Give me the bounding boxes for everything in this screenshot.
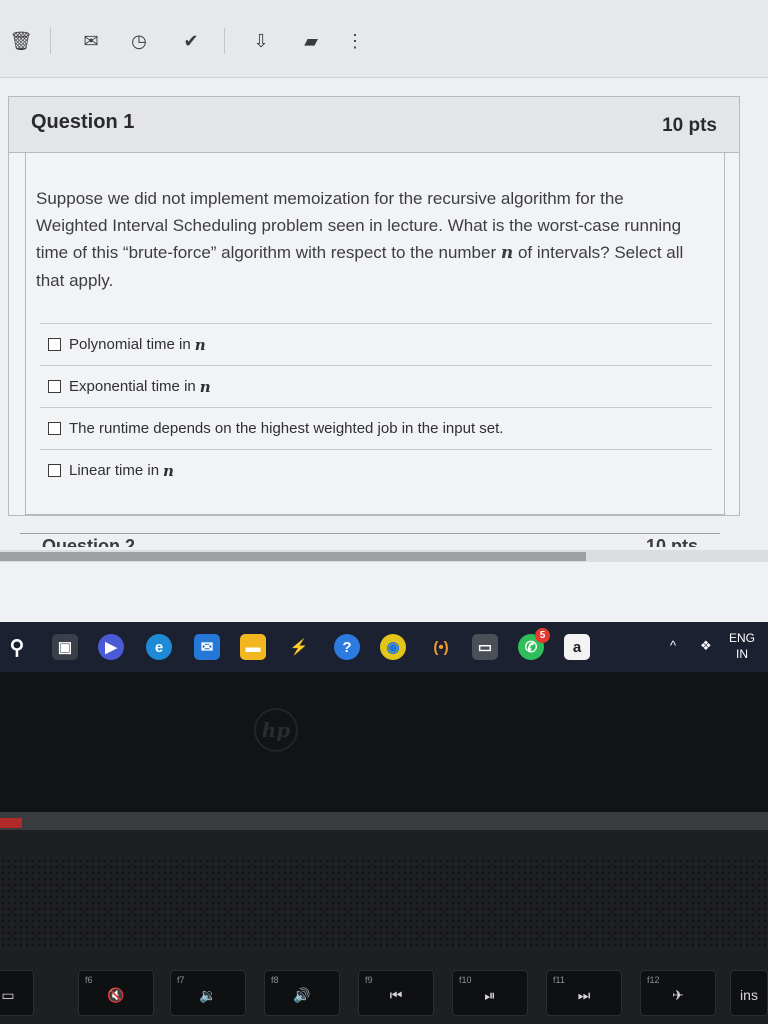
help-app-icon[interactable]: ? xyxy=(334,634,360,660)
dropbox-icon[interactable]: ❖ xyxy=(700,638,712,654)
question-title: Question 1 xyxy=(31,111,135,133)
notification-badge: 5 xyxy=(535,628,550,643)
answer-label: Exponential time in xyxy=(69,378,196,395)
key-label: f10 xyxy=(459,975,472,985)
mail-app-icon[interactable]: ✉ xyxy=(194,634,220,660)
answer-option-exponential[interactable]: Exponential time in n xyxy=(40,365,712,407)
key-f11[interactable]: f11 ⏭ xyxy=(546,970,622,1016)
next-question-points: 10 pts xyxy=(645,536,698,547)
hinge-accent xyxy=(0,818,22,828)
key-label: f9 xyxy=(365,975,373,985)
answer-checkbox[interactable] xyxy=(48,422,61,435)
whatsapp-icon[interactable]: ✆ 5 xyxy=(518,628,550,660)
answer-option-linear[interactable]: Linear time in n xyxy=(40,449,712,491)
answer-variable: n xyxy=(194,335,206,354)
question-header: Question 1 10 pts xyxy=(9,97,739,153)
key-f7[interactable]: f7 🔉 xyxy=(170,970,246,1016)
volume-up-icon: 🔊 xyxy=(293,987,311,1003)
answer-checkbox[interactable] xyxy=(48,338,61,351)
amazon-label: a xyxy=(572,638,582,656)
speaker-grille xyxy=(0,858,768,950)
search-icon[interactable]: ⚲ xyxy=(4,634,30,660)
snooze-icon[interactable]: ◷ xyxy=(128,30,150,52)
page-blank-area xyxy=(0,562,768,622)
chrome-browser-icon[interactable]: ◉ xyxy=(380,634,406,660)
lightning-app-icon[interactable]: ⚡ xyxy=(286,634,312,660)
laptop-bezel xyxy=(0,672,768,817)
answer-variable: n xyxy=(199,377,211,396)
meet-icon[interactable]: ▶ xyxy=(98,634,124,660)
mute-icon: 🔇 xyxy=(107,987,125,1003)
chevron-up-icon[interactable]: ^ xyxy=(670,638,676,653)
question-points: 10 pts xyxy=(662,115,717,136)
trash-icon[interactable]: 🗑 xyxy=(10,30,33,52)
previous-track-icon: ⏮ xyxy=(389,987,403,1003)
quiz-content: Question 1 10 pts Suppose we did not imp… xyxy=(0,78,768,568)
more-options-icon[interactable]: ⋮ xyxy=(344,30,366,52)
answer-variable: n xyxy=(163,461,174,480)
answer-checkbox[interactable] xyxy=(48,380,61,393)
key-fn[interactable]: ▭ xyxy=(0,970,34,1016)
next-track-icon: ⏭ xyxy=(577,987,591,1003)
answer-label: Linear time in xyxy=(69,462,160,479)
question-variable: n xyxy=(500,243,514,263)
screen: 🗑 ✉ ◷ ✔ ⇩ ▰ ⋮ Question 1 10 pts Suppose … xyxy=(0,0,768,672)
answer-label: Polynomial time in xyxy=(69,336,191,353)
language-indicator[interactable]: ENG IN xyxy=(724,630,760,662)
language-code: ENG xyxy=(728,631,755,645)
next-question-header: Question 2 10 pts xyxy=(20,533,720,547)
key-label: f11 xyxy=(553,975,565,985)
toolbar-divider xyxy=(50,28,51,54)
scrollbar-thumb[interactable] xyxy=(0,552,586,561)
key-label: f12 xyxy=(647,975,660,985)
key-f9[interactable]: f9 ⏮ xyxy=(358,970,434,1016)
task-view-icon[interactable]: ▣ xyxy=(52,634,78,660)
key-f10[interactable]: f10 ⏯ xyxy=(452,970,528,1016)
email-toolbar: 🗑 ✉ ◷ ✔ ⇩ ▰ ⋮ xyxy=(0,0,768,78)
volume-down-icon: 🔉 xyxy=(199,987,217,1003)
key-f8[interactable]: f8 🔊 xyxy=(264,970,340,1016)
mark-unread-icon[interactable]: ✉ xyxy=(80,30,102,52)
next-question-title: Question 2 xyxy=(42,536,136,547)
answer-list: Polynomial time in n Exponential time in n… xyxy=(40,323,712,491)
toolbar-divider xyxy=(224,28,225,54)
amazon-icon[interactable]: a xyxy=(564,634,590,660)
hp-logo: hp xyxy=(254,708,298,752)
answer-option-weighted-job[interactable]: The runtime depends on the highest weigh… xyxy=(40,407,712,449)
key-insert[interactable]: ins xyxy=(730,970,768,1016)
question-card: Question 1 10 pts Suppose we did not imp… xyxy=(8,96,740,516)
key-label: f7 xyxy=(177,975,185,985)
label-icon[interactable]: ▰ xyxy=(300,30,322,52)
key-label: ins xyxy=(740,987,758,1003)
answer-option-polynomial[interactable]: Polynomial time in n xyxy=(40,323,712,365)
add-task-icon[interactable]: ✔ xyxy=(180,30,202,52)
arc-app-icon[interactable]: (•) xyxy=(428,634,454,660)
key-label: f8 xyxy=(271,975,279,985)
edge-browser-icon[interactable]: e xyxy=(146,634,172,660)
answer-checkbox[interactable] xyxy=(48,464,61,477)
windows-taskbar: ⚲ ▣ ▶ e ✉ ▬ ⚡ ? ◉ (•) ▭ ✆ 5 a ^ ❖ ENG IN xyxy=(0,622,768,672)
terminal-icon[interactable]: ▭ xyxy=(472,634,498,660)
file-explorer-icon[interactable]: ▬ xyxy=(240,634,266,660)
play-pause-icon: ⏯ xyxy=(484,987,496,1003)
key-label: f6 xyxy=(85,975,93,985)
question-text: Suppose we did not implement memoization… xyxy=(36,185,686,294)
key-f6[interactable]: f6 🔇 xyxy=(78,970,154,1016)
key-f12[interactable]: f12 ✈ xyxy=(640,970,716,1016)
horizontal-scrollbar[interactable] xyxy=(0,550,768,562)
question-body: Suppose we did not implement memoization… xyxy=(25,153,725,515)
move-to-icon[interactable]: ⇩ xyxy=(250,30,272,52)
laptop-hinge xyxy=(0,812,768,830)
airplane-mode-icon: ✈ xyxy=(672,987,684,1003)
region-code: IN xyxy=(736,647,748,661)
answer-label: The runtime depends on the highest weigh… xyxy=(69,420,504,437)
